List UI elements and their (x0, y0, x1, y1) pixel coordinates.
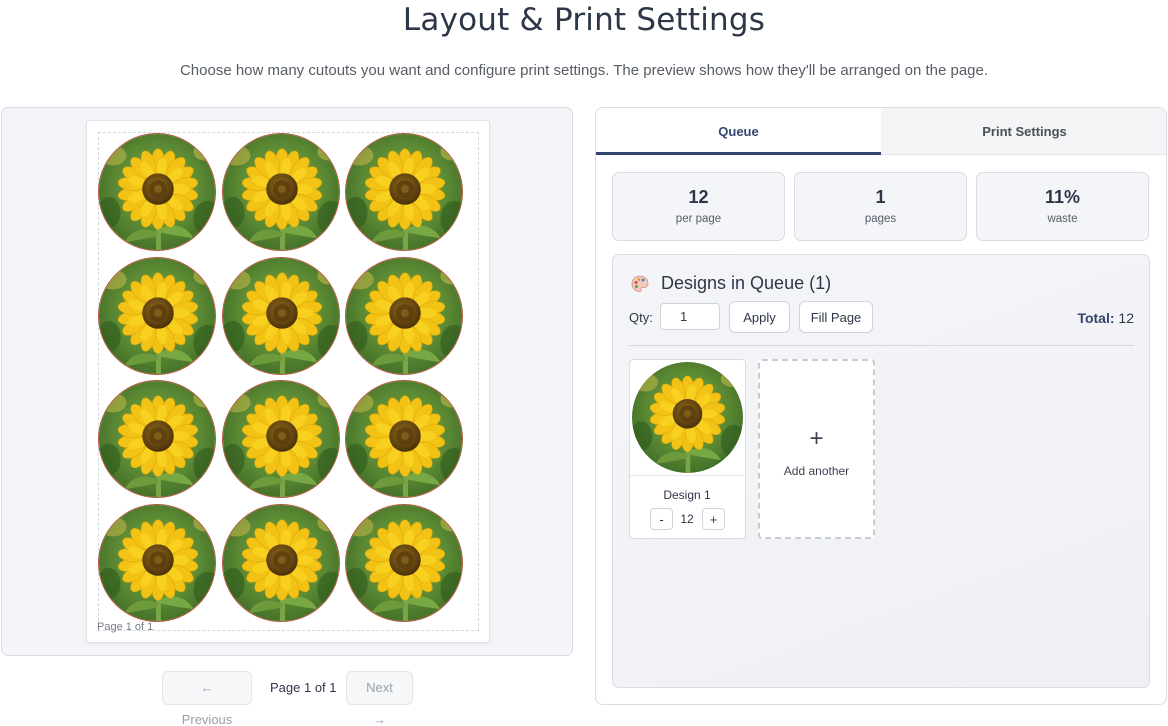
sunflower-image (99, 381, 215, 497)
design-card-divider (630, 475, 744, 476)
cutout-preview (221, 256, 340, 375)
sunflower-image (222, 504, 339, 621)
sunflower-image (346, 381, 462, 497)
add-design-button[interactable]: + Add another (758, 359, 875, 539)
stat-value: 1 (875, 187, 886, 207)
stat-label: pages (864, 213, 897, 225)
increase-quantity-button[interactable]: + (702, 508, 725, 530)
tab-print-settings[interactable]: Print Settings (881, 108, 1166, 155)
cutout-preview (345, 380, 463, 498)
decrease-quantity-button[interactable]: - (650, 508, 673, 530)
design-name: Design 1 (663, 488, 711, 502)
stat-value: 11% (1044, 187, 1081, 207)
tab-queue[interactable]: Queue (596, 108, 881, 155)
sunflower-image (222, 134, 339, 250)
sunflower-image (346, 257, 462, 374)
sunflower-image (222, 257, 339, 374)
total-value: 12 (1118, 310, 1134, 326)
qty-input[interactable] (660, 303, 720, 330)
cutout-preview (221, 133, 340, 251)
cutout-preview (221, 380, 340, 498)
sunflower-image (99, 504, 215, 621)
sunflower-image (99, 257, 215, 374)
cutout-preview (345, 503, 463, 622)
apply-button[interactable]: Apply (729, 301, 790, 333)
total-label: Total: (1077, 310, 1115, 326)
palette-icon (631, 275, 649, 292)
cutout-grid (98, 133, 468, 627)
next-page-button[interactable]: Next → (346, 671, 413, 726)
sunflower-image (99, 134, 215, 250)
sheet-page-mark: Page 1 of 1 (97, 621, 154, 633)
plus-icon: + (809, 425, 824, 452)
qty-label: Qty: (629, 310, 653, 325)
sunflower-image (346, 504, 462, 621)
design-quantity-value: 12 (680, 512, 694, 526)
cutout-preview (98, 256, 216, 375)
tab-bar: Queue Print Settings (596, 108, 1166, 155)
queue-total: Total: 12 (1077, 310, 1134, 326)
stat-pages: 1 pages (794, 172, 967, 241)
cutout-preview (221, 503, 340, 622)
design-card[interactable]: Design 1 - 12 + (629, 359, 746, 539)
page-subtitle: Choose how many cutouts you want and con… (179, 62, 989, 79)
stat-label: waste (1047, 213, 1078, 225)
cutout-preview (98, 503, 216, 622)
stat-per-page: 12 per page (612, 172, 785, 241)
cutout-preview (98, 380, 216, 498)
pager-page-label: Page 1 of 1 (270, 680, 337, 695)
stat-label: per page (675, 213, 722, 225)
settings-panel: Queue Print Settings 12 per page 1 pages… (595, 107, 1167, 705)
stat-waste: 11% waste (976, 172, 1149, 241)
sunflower-image-svg (632, 362, 743, 473)
queue-heading: Designs in Queue (1) (661, 273, 832, 293)
page-title: Layout & Print Settings (402, 2, 766, 38)
print-sheet: Page 1 of 1 (86, 120, 490, 643)
stat-value: 12 (688, 187, 709, 207)
queue-divider (629, 345, 1134, 346)
preview-panel: Page 1 of 1 (1, 107, 573, 656)
previous-page-button[interactable]: ← Previous (162, 671, 252, 726)
queue-section: Designs in Queue (1) Qty: Apply Fill Pag… (612, 254, 1150, 688)
cutout-preview (98, 133, 216, 251)
sunflower-image (222, 381, 339, 497)
add-design-label: Add another (783, 464, 850, 478)
fill-page-button[interactable]: Fill Page (799, 301, 873, 333)
sunflower-image (346, 134, 462, 250)
sunflower-image (632, 362, 743, 473)
cutout-preview (345, 256, 463, 375)
cutout-preview (345, 133, 463, 251)
